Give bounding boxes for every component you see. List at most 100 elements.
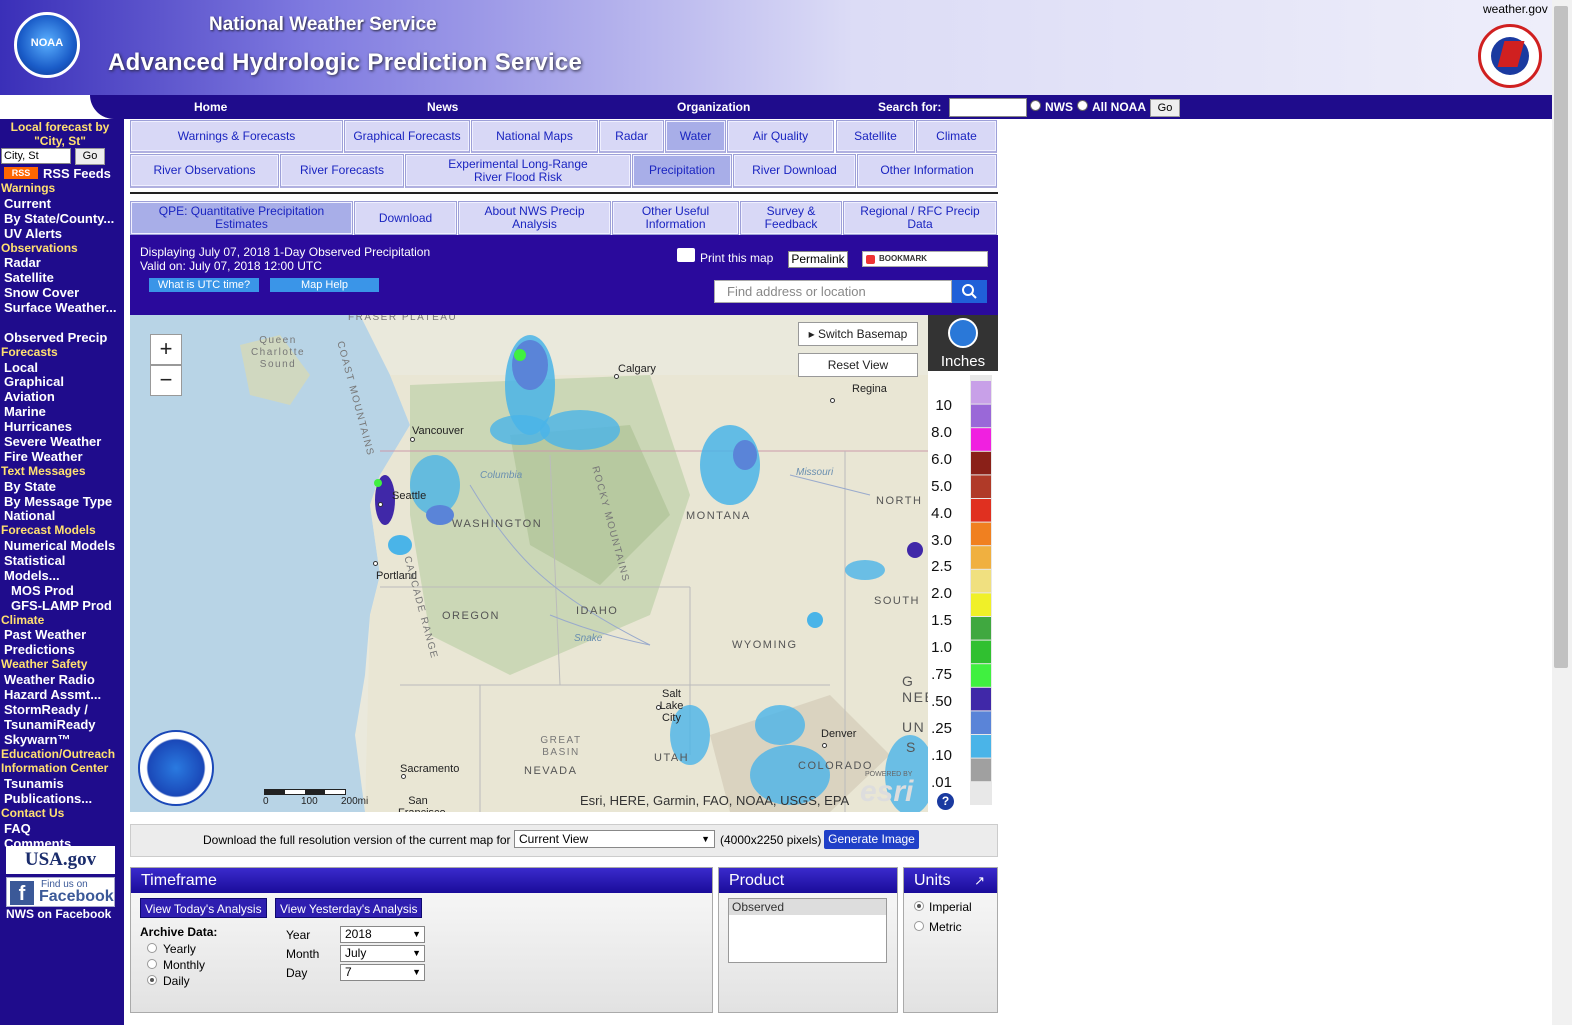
sidebar-section-6[interactable]: Weather Safety xyxy=(1,657,87,671)
metric-radio[interactable] xyxy=(914,921,924,931)
sidebar-section-2[interactable]: Forecasts xyxy=(1,345,58,359)
tab-tabs_row1-4[interactable]: Water xyxy=(665,120,726,153)
view-yesterday-button[interactable]: View Yesterday's Analysis xyxy=(275,898,423,918)
sidebar-item[interactable]: Local xyxy=(4,360,38,375)
tab-tabs_row3-1[interactable]: Download xyxy=(354,201,457,235)
generate-image-button[interactable]: Generate Image xyxy=(824,830,919,849)
sidebar-item[interactable]: By Message Type xyxy=(4,494,112,509)
allnoaa-radio[interactable] xyxy=(1077,100,1088,111)
product-list[interactable]: Observed xyxy=(728,898,887,963)
day-select[interactable]: 7 xyxy=(340,964,425,981)
sidebar-item[interactable]: Radar xyxy=(4,255,41,270)
tab-tabs_row3-5[interactable]: Regional / RFC Precip Data xyxy=(843,201,997,235)
tab-tabs_row2-3[interactable]: Precipitation xyxy=(632,154,732,188)
sidebar-item[interactable]: Publications... xyxy=(4,791,92,806)
scrollbar-thumb[interactable] xyxy=(1554,6,1568,668)
tab-tabs_row3-4[interactable]: Survey & Feedback xyxy=(740,201,842,235)
zoom-in-button[interactable]: + xyxy=(150,334,182,365)
sidebar-section-0[interactable]: Warnings xyxy=(1,181,55,195)
expand-icon[interactable]: ↗ xyxy=(974,873,985,889)
nws-facebook-link[interactable]: NWS on Facebook xyxy=(6,907,111,921)
daily-radio[interactable] xyxy=(147,975,157,985)
tab-tabs_row1-7[interactable]: Climate xyxy=(916,120,997,153)
sidebar-section-8[interactable]: Information Center xyxy=(1,761,108,775)
switch-basemap-button[interactable]: ▸ Switch Basemap xyxy=(798,322,918,346)
sidebar-section-4[interactable]: Forecast Models xyxy=(1,523,96,537)
sidebar-item[interactable]: UV Alerts xyxy=(4,226,62,241)
utc-time-button[interactable]: What is UTC time? xyxy=(149,278,259,292)
sidebar-item[interactable]: Tsunamis xyxy=(4,776,64,791)
usa-gov-logo[interactable]: USA.gov xyxy=(6,846,115,874)
sidebar-item[interactable]: Fire Weather xyxy=(4,449,83,464)
sidebar-item[interactable]: Predictions xyxy=(4,642,75,657)
sidebar-section-9[interactable]: Contact Us xyxy=(1,806,64,820)
nav-organization[interactable]: Organization xyxy=(677,100,750,114)
sidebar-item[interactable]: TsunamiReady xyxy=(4,717,96,732)
search-button[interactable] xyxy=(952,280,987,303)
sidebar-item[interactable]: GFS-LAMP Prod xyxy=(11,598,112,613)
sidebar-section-1[interactable]: Observations xyxy=(1,241,78,255)
sidebar-item[interactable]: Hazard Assmt... xyxy=(4,687,101,702)
tab-tabs_row1-6[interactable]: Satellite xyxy=(836,120,915,153)
sidebar-item[interactable]: Past Weather xyxy=(4,627,86,642)
yearly-radio[interactable] xyxy=(147,943,157,953)
tab-tabs_row2-2[interactable]: Experimental Long-Range River Flood Risk xyxy=(405,154,631,188)
imperial-radio[interactable] xyxy=(914,901,924,911)
tab-tabs_row1-2[interactable]: National Maps xyxy=(471,120,598,153)
sidebar-item[interactable]: Marine xyxy=(4,404,46,419)
zoom-out-button[interactable]: − xyxy=(150,365,182,396)
noaa-logo[interactable]: NOAA xyxy=(14,12,80,78)
sidebar-item[interactable]: Snow Cover xyxy=(4,285,79,300)
tab-tabs_row1-1[interactable]: Graphical Forecasts xyxy=(344,120,470,153)
sidebar-item[interactable]: StormReady / xyxy=(4,702,88,717)
local-forecast-go-button[interactable]: Go xyxy=(75,148,105,165)
sidebar-item[interactable]: Aviation xyxy=(4,389,55,404)
sidebar-item[interactable]: Hurricanes xyxy=(4,419,72,434)
map-help-button[interactable]: Map Help xyxy=(270,278,379,292)
permalink-button[interactable]: Permalink xyxy=(788,251,848,268)
month-select[interactable]: July xyxy=(340,945,425,962)
sidebar-item[interactable]: Satellite xyxy=(4,270,54,285)
facebook-badge[interactable]: f Find us on Facebook xyxy=(6,877,115,907)
bookmark-button[interactable]: BOOKMARK xyxy=(862,251,988,267)
tab-tabs_row2-0[interactable]: River Observations xyxy=(130,154,279,188)
nws-radio[interactable] xyxy=(1030,100,1041,111)
sidebar-item[interactable]: Statistical Models... xyxy=(4,553,119,583)
sidebar-section-7[interactable]: Education/Outreach xyxy=(1,747,115,761)
search-go-button[interactable]: Go xyxy=(1150,99,1180,117)
sidebar-item[interactable]: Observed Precip xyxy=(4,330,107,345)
sidebar-item[interactable]: Weather Radio xyxy=(4,672,95,687)
find-address-input[interactable]: Find address or location xyxy=(714,280,952,303)
monthly-radio[interactable] xyxy=(147,959,157,969)
rss-icon[interactable]: RSS xyxy=(4,167,38,179)
sidebar-section-5[interactable]: Climate xyxy=(1,613,44,627)
sidebar-item[interactable]: FAQ xyxy=(4,821,31,836)
weather-gov-link[interactable]: weather.gov xyxy=(1483,2,1548,16)
sidebar-item[interactable]: Surface Weather... xyxy=(4,300,119,315)
nav-news[interactable]: News xyxy=(427,100,458,114)
tab-tabs_row1-5[interactable]: Air Quality xyxy=(727,120,834,153)
tab-tabs_row3-3[interactable]: Other Useful Information xyxy=(612,201,739,235)
sidebar-item[interactable]: Numerical Models xyxy=(4,538,115,553)
nws-logo[interactable] xyxy=(1478,24,1542,88)
tab-tabs_row1-0[interactable]: Warnings & Forecasts xyxy=(130,120,343,153)
tab-tabs_row3-2[interactable]: About NWS Precip Analysis xyxy=(458,201,611,235)
print-map-link[interactable]: Print this map xyxy=(700,251,773,265)
view-today-button[interactable]: View Today's Analysis xyxy=(140,898,267,918)
local-forecast-input[interactable]: City, St xyxy=(1,148,71,164)
sidebar-item[interactable]: National xyxy=(4,508,55,523)
precip-map[interactable]: + − ▸ Switch Basemap Reset View Calgary R… xyxy=(130,315,928,812)
nav-home[interactable]: Home xyxy=(194,100,227,114)
product-option-observed[interactable]: Observed xyxy=(729,899,886,915)
sidebar-item[interactable]: Current xyxy=(4,196,51,211)
sidebar-section-3[interactable]: Text Messages xyxy=(1,464,86,478)
help-icon[interactable]: ? xyxy=(937,793,954,810)
sidebar-item[interactable]: Graphical xyxy=(4,374,64,389)
sidebar-item[interactable]: Severe Weather xyxy=(4,434,101,449)
sidebar-item[interactable]: By State/County... xyxy=(4,211,114,226)
rss-feeds-link[interactable]: RSS Feeds xyxy=(43,166,111,181)
reset-view-button[interactable]: Reset View xyxy=(798,353,918,377)
download-extent-select[interactable]: Current View ▼ xyxy=(514,830,715,848)
year-select[interactable]: 2018 xyxy=(340,926,425,943)
sidebar-item[interactable]: By State xyxy=(4,479,56,494)
